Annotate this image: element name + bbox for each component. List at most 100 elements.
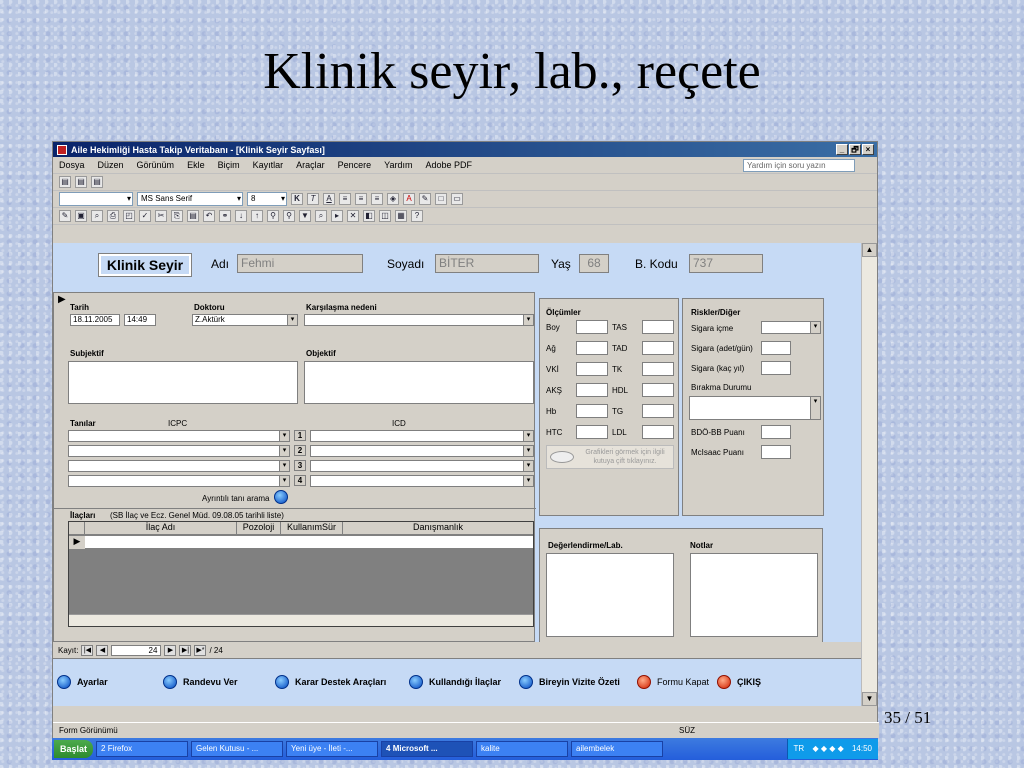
record-number-field[interactable]: 24: [111, 644, 162, 656]
tray-icons[interactable]: ◆ ◆ ◆ ◆: [812, 744, 843, 753]
help-icon[interactable]: ?: [411, 210, 423, 222]
first-record-button[interactable]: |◀: [81, 644, 94, 656]
task-firefox[interactable]: 2 Firefox: [96, 741, 189, 757]
filter-by-selection-icon[interactable]: ⚲: [267, 210, 279, 222]
tk-field[interactable]: [642, 362, 674, 376]
adi-field[interactable]: Fehmi: [237, 254, 363, 273]
print-icon[interactable]: ⎙: [107, 210, 119, 222]
sort-ascending-icon[interactable]: ↓: [235, 210, 247, 222]
boy-field[interactable]: [576, 320, 608, 334]
close-button[interactable]: ×: [862, 144, 874, 155]
birakma-select[interactable]: [689, 396, 821, 420]
kullandigi-ilaclar-button[interactable]: Kullandığı İlaçlar: [409, 675, 501, 689]
line-color-icon[interactable]: ✎: [419, 193, 431, 205]
column-danismanlik[interactable]: Danışmanlık: [343, 522, 533, 534]
soyadi-field[interactable]: BİTER: [435, 254, 539, 273]
align-center-icon[interactable]: ≡: [355, 193, 367, 205]
sort-descending-icon[interactable]: ↑: [251, 210, 263, 222]
vki-field[interactable]: [576, 362, 608, 376]
icd-select-2[interactable]: [310, 445, 534, 457]
object-select[interactable]: [59, 192, 133, 206]
icpc-select-1[interactable]: [68, 430, 290, 442]
help-search-input[interactable]: Yardım için soru yazın: [743, 159, 855, 172]
last-record-button[interactable]: ▶|: [179, 644, 192, 656]
copy-icon[interactable]: ⎘: [171, 210, 183, 222]
vizite-ozeti-button[interactable]: Bireyin Vizite Özeti: [519, 675, 620, 689]
font-select[interactable]: MS Sans Serif: [137, 192, 243, 206]
sigara-adet-field[interactable]: [761, 341, 791, 355]
column-ilac-adi[interactable]: İlaç Adı: [85, 522, 237, 534]
karar-destek-button[interactable]: Karar Destek Araçları: [275, 675, 386, 689]
spelling-icon[interactable]: ✓: [139, 210, 151, 222]
doktor-select[interactable]: Z.Aktürk: [192, 314, 298, 326]
icpc-select-2[interactable]: [68, 445, 290, 457]
hdl-field[interactable]: [642, 383, 674, 397]
print-preview-icon[interactable]: ◰: [123, 210, 135, 222]
task-kalite[interactable]: kalite: [476, 741, 569, 757]
start-button[interactable]: Başlat: [54, 740, 94, 758]
language-indicator[interactable]: TR: [794, 744, 805, 753]
maximize-button[interactable]: 🗗: [849, 144, 861, 155]
task-yeni-uye[interactable]: Yeni üye - İleti -...: [286, 741, 379, 757]
pdf-mail-icon[interactable]: ▤: [75, 176, 87, 188]
column-pozoloji[interactable]: Pozoloji: [237, 522, 281, 534]
bkodu-field[interactable]: 737: [689, 254, 763, 273]
icpc-select-4[interactable]: [68, 475, 290, 487]
prev-record-button[interactable]: ◀: [96, 644, 109, 656]
fill-color-icon[interactable]: ◈: [387, 193, 399, 205]
ldl-field[interactable]: [642, 425, 674, 439]
properties-icon[interactable]: ◧: [363, 210, 375, 222]
database-window-icon[interactable]: ◫: [379, 210, 391, 222]
mcisaac-field[interactable]: [761, 445, 791, 459]
ayarlar-button[interactable]: Ayarlar: [57, 675, 108, 689]
icd-select-3[interactable]: [310, 460, 534, 472]
new-record-button[interactable]: ▶*: [194, 644, 207, 656]
ilaclar-grid[interactable]: İlaç Adı Pozoloji KullanımSür Danışmanlı…: [68, 521, 534, 627]
ayrintili-search-button[interactable]: [274, 490, 288, 504]
cikis-button[interactable]: ÇIKIŞ: [717, 675, 761, 689]
menu-kayitlar[interactable]: Kayıtlar: [253, 160, 284, 170]
tas-field[interactable]: [642, 320, 674, 334]
new-object-icon[interactable]: ▦: [395, 210, 407, 222]
menu-araclar[interactable]: Araçlar: [296, 160, 325, 170]
line-style-icon[interactable]: ▭: [451, 193, 463, 205]
paste-icon[interactable]: ▤: [187, 210, 199, 222]
apply-filter-icon[interactable]: ▼: [299, 210, 311, 222]
next-record-button[interactable]: ▶: [164, 644, 177, 656]
formu-kapat-button[interactable]: Formu Kapat: [637, 675, 709, 689]
bdo-field[interactable]: [761, 425, 791, 439]
agirlik-field[interactable]: [576, 341, 608, 355]
italic-button[interactable]: T: [307, 193, 319, 205]
filter-by-form-icon[interactable]: ⚲: [283, 210, 295, 222]
find-icon[interactable]: ⌕: [315, 210, 327, 222]
font-color-icon[interactable]: A: [403, 193, 415, 205]
search-file-icon[interactable]: ⌕: [91, 210, 103, 222]
menu-pencere[interactable]: Pencere: [338, 160, 372, 170]
hb-field[interactable]: [576, 404, 608, 418]
icd-select-1[interactable]: [310, 430, 534, 442]
task-gelen-kutusu[interactable]: Gelen Kutusu - ...: [191, 741, 284, 757]
align-right-icon[interactable]: ≡: [371, 193, 383, 205]
sigara-icme-select[interactable]: [761, 321, 821, 334]
view-icon[interactable]: ✎: [59, 210, 71, 222]
icd-select-4[interactable]: [310, 475, 534, 487]
scroll-down-icon[interactable]: ▼: [862, 692, 877, 706]
aks-field[interactable]: [576, 383, 608, 397]
save-icon[interactable]: ▣: [75, 210, 87, 222]
record-selector-icon[interactable]: ▶: [58, 294, 66, 305]
menu-adobe-pdf[interactable]: Adobe PDF: [425, 160, 472, 170]
horizontal-scrollbar[interactable]: [69, 614, 533, 626]
tarih-field[interactable]: 18.11.2005: [70, 314, 120, 326]
menu-bicim[interactable]: Biçim: [218, 160, 240, 170]
table-row[interactable]: ▶: [69, 536, 533, 549]
randevu-button[interactable]: Randevu Ver: [163, 675, 238, 689]
menu-duzen[interactable]: Düzen: [98, 160, 124, 170]
menu-dosya[interactable]: Dosya: [59, 160, 85, 170]
tad-field[interactable]: [642, 341, 674, 355]
karsilasma-select[interactable]: [304, 314, 534, 326]
sigara-yil-field[interactable]: [761, 361, 791, 375]
yas-field[interactable]: 68: [579, 254, 609, 273]
saat-field[interactable]: 14:49: [124, 314, 156, 326]
menu-ekle[interactable]: Ekle: [187, 160, 205, 170]
bold-button[interactable]: K: [291, 193, 303, 205]
